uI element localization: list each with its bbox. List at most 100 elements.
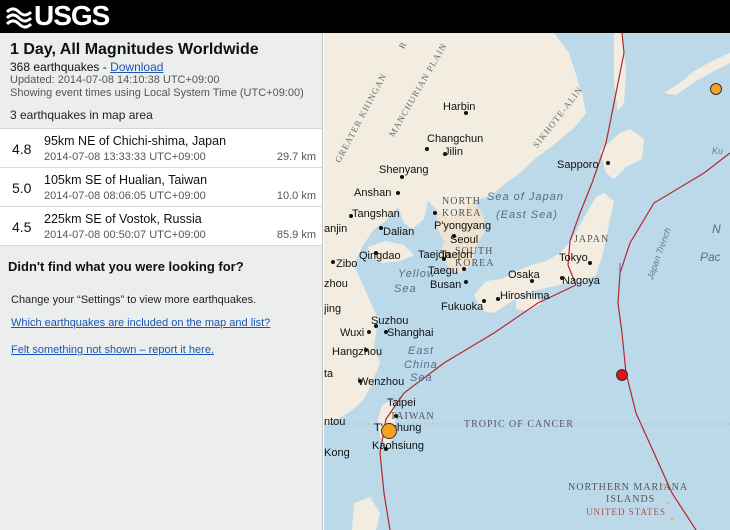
ocean-label-n: N: [712, 222, 721, 236]
united-states-label: UNITED STATES: [586, 507, 667, 517]
plate-boundary: [617, 152, 730, 530]
map-base: [324, 33, 730, 530]
download-link[interactable]: Download: [110, 60, 163, 74]
city-shenyang: Shenyang: [379, 164, 429, 176]
japan-label: JAPAN: [574, 234, 610, 245]
land-hokkaido: [600, 129, 644, 179]
city-fukuoka: Fukuoka: [441, 301, 484, 313]
location: 225km SE of Vostok, Russia: [44, 212, 202, 226]
usgs-logo[interactable]: USGS: [6, 0, 110, 31]
city-dot: [367, 330, 371, 334]
city-dot: [462, 267, 466, 271]
magnitude: 5.0: [12, 180, 32, 196]
city-fragment-kong: Kong: [324, 447, 350, 459]
east-china-sea-label-3: Sea: [410, 372, 433, 384]
settings-hint: Change your “Settings” to view more eart…: [11, 294, 257, 306]
earthquake-map[interactable]: GREATER KHINGAN MANCHURIAN PLAIN SIKHOTE…: [324, 33, 730, 530]
feed-title: 1 Day, All Magnitudes Worldwide: [10, 41, 259, 58]
summary-panel: 1 Day, All Magnitudes Worldwide 368 eart…: [0, 33, 322, 122]
yellow-sea-label-2: Sea: [394, 283, 417, 295]
site-header: USGS: [0, 0, 730, 33]
city-fragment-jing: jing: [324, 303, 342, 315]
city-suzhou: Suzhou: [371, 315, 409, 327]
city-shanghai: Shanghai: [387, 327, 434, 339]
city-fragment-ntou: ntou: [324, 416, 346, 428]
east-china-sea-label-2: China: [404, 359, 438, 371]
city-dot: [331, 260, 335, 264]
updated-time: Updated: 2014-07-08 14:10:38 UTC+09:00: [10, 74, 220, 86]
kuril-fragment: Ku: [712, 146, 724, 156]
city-dot: [396, 191, 400, 195]
city-dot: [588, 261, 592, 265]
city-tangshan: Tangshan: [352, 208, 400, 220]
city-kaohsiung: Kaohsiung: [372, 440, 424, 452]
depth: 29.7 km: [276, 151, 316, 163]
magnitude: 4.8: [12, 141, 32, 157]
city-dot: [606, 161, 610, 165]
city-harbin: Harbin: [443, 101, 476, 113]
logo-text: USGS: [34, 0, 110, 31]
city-fragment-ta: ta: [324, 368, 334, 380]
city-dot: [433, 211, 437, 215]
earthquake-row[interactable]: 4.8 95km NE of Chichi-shima, Japan 2014-…: [0, 129, 322, 168]
earthquake-row[interactable]: 4.5 225km SE of Vostok, Russia 2014-07-0…: [0, 207, 322, 246]
earthquake-count: 368 earthquakes: [10, 60, 100, 74]
location: 105km SE of Hualian, Taiwan: [44, 173, 208, 187]
city-pyongyang: P'yongyang: [434, 220, 492, 232]
city-dot: [425, 147, 429, 151]
city-fragment-zhou: zhou: [324, 278, 348, 290]
north-korea-label-2: KOREA: [442, 208, 482, 219]
location: 95km NE of Chichi-shima, Japan: [44, 134, 227, 148]
event-time: 2014-07-08 00:50:07 UTC+09:00: [44, 229, 206, 241]
city-anshan: Anshan: [354, 187, 392, 199]
help-title: Didn't find what you were looking for?: [8, 259, 244, 274]
depth: 85.9 km: [276, 229, 316, 241]
north-korea-label-1: NORTH: [442, 196, 481, 207]
count-separator: -: [99, 60, 111, 74]
event-time: 2014-07-08 13:33:33 UTC+09:00: [44, 151, 206, 163]
east-china-sea-label: East: [408, 345, 435, 357]
ocean-label-pac: Pac: [700, 250, 721, 264]
city-seoul: Seoul: [450, 234, 479, 246]
city-qingdao: Qingdao: [359, 250, 401, 262]
earthquake-row[interactable]: 5.0 105km SE of Hualian, Taiwan 2014-07-…: [0, 168, 322, 207]
island: [670, 517, 674, 521]
city-hangzhou: Hangzhou: [332, 346, 383, 358]
sidebar: 1 Day, All Magnitudes Worldwide 368 eart…: [0, 33, 323, 530]
map-area-count: 3 earthquakes in map area: [10, 108, 153, 122]
included-earthquakes-link[interactable]: Which earthquakes are included on the ma…: [11, 317, 314, 329]
city-osaka: Osaka: [508, 269, 540, 281]
event-time: 2014-07-08 08:06:05 UTC+09:00: [44, 190, 206, 202]
city-hiroshima: Hiroshima: [500, 290, 550, 302]
city-nagoya: Nagoya: [562, 275, 600, 287]
city-dalian: Dalian: [383, 226, 415, 238]
city-tianjin-fragment: anjin: [324, 223, 348, 235]
city-wenzhou: Wenzhou: [358, 376, 405, 388]
land-luzon: [352, 497, 380, 530]
city-taegu: Taegu: [428, 265, 458, 277]
city-wuxi: Wuxi: [340, 327, 365, 339]
earthquake-marker[interactable]: [381, 423, 397, 439]
city-sapporo: Sapporo: [557, 159, 599, 171]
city-dot: [394, 414, 398, 418]
earthquake-marker[interactable]: [616, 369, 628, 381]
mariana-label-1: NORTHERN MARIANA: [568, 482, 689, 493]
count-line: 368 earthquakes - Download: [10, 60, 312, 74]
mariana-label-2: ISLANDS: [606, 494, 656, 505]
city-tokyo: Tokyo: [559, 252, 588, 264]
report-felt-link[interactable]: Felt something not shown – report it her…: [11, 344, 314, 356]
help-panel: Didn't find what you were looking for? C…: [0, 246, 322, 366]
magnitude: 4.5: [12, 219, 32, 235]
city-dot: [464, 280, 468, 284]
tropic-label: TROPIC OF CANCER: [464, 419, 574, 430]
earthquake-marker[interactable]: [710, 83, 722, 95]
time-zone-note: Showing event times using Local System T…: [10, 87, 304, 99]
city-taipei: Taipei: [387, 397, 416, 409]
depth: 10.0 km: [276, 190, 316, 202]
city-busan: Busan: [430, 279, 462, 291]
city-jilin: Jilin: [444, 146, 463, 158]
usgs-wave-icon: [6, 7, 32, 29]
city-zibo: Zibo: [336, 258, 358, 270]
east-sea-label: (East Sea): [496, 209, 558, 221]
island: [666, 501, 670, 505]
